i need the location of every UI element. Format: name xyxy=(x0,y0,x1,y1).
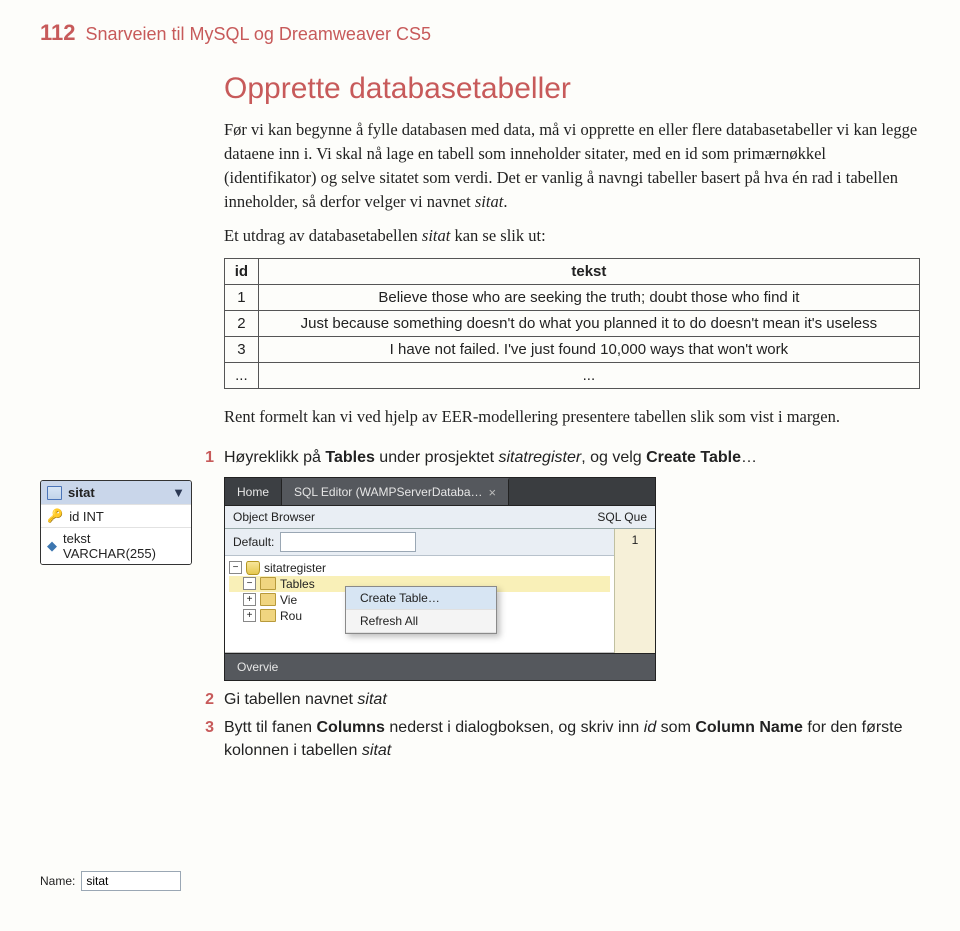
wb-gutter: 1 xyxy=(614,529,655,653)
table-header-row: id tekst xyxy=(225,258,920,284)
t: Høyreklikk på xyxy=(224,449,325,466)
folder-icon xyxy=(260,609,276,622)
context-menu: Create Table… Refresh All xyxy=(345,586,497,634)
menu-create-table[interactable]: Create Table… xyxy=(346,587,496,610)
intro-text: Før vi kan begynne å fylle databasen med… xyxy=(224,120,917,211)
data-table: id tekst 1 Believe those who are seeking… xyxy=(224,258,920,389)
col-id-header: id xyxy=(225,258,259,284)
t-bold: Create Table xyxy=(646,449,741,466)
intro-term: sitat xyxy=(475,192,503,211)
cell-tekst: I have not failed. I've just found 10,00… xyxy=(258,336,919,362)
step-number: 3 xyxy=(196,717,214,739)
eer-title: sitat xyxy=(68,485,95,500)
page-number: 112 xyxy=(40,20,76,46)
t-italic: sitatregister xyxy=(498,449,581,466)
cell-id: 1 xyxy=(225,284,259,310)
expand-icon[interactable]: + xyxy=(243,593,256,606)
t-bold: Column Name xyxy=(695,719,803,736)
table-row: 3 I have not failed. I've just found 10,… xyxy=(225,336,920,362)
folder-icon xyxy=(260,577,276,590)
eer-col-id: id INT xyxy=(69,509,104,524)
close-icon[interactable]: × xyxy=(489,485,497,500)
eer-column-row: 🔑 id INT xyxy=(41,504,191,527)
t-bold: Tables xyxy=(325,449,375,466)
t: Bytt til fanen xyxy=(224,719,317,736)
folder-icon xyxy=(260,593,276,606)
step-number: 1 xyxy=(196,447,214,469)
key-icon: 🔑 xyxy=(47,508,63,524)
eer-header: sitat ▼ xyxy=(41,481,191,504)
extract-tail: kan se slik ut: xyxy=(450,226,545,245)
table-row: ... ... xyxy=(225,362,920,388)
wb-default-label: Default: xyxy=(233,535,274,549)
chevron-down-icon: ▼ xyxy=(172,485,185,500)
workbench-screenshot: Home SQL Editor (WAMPServerDataba… × Obj… xyxy=(224,477,656,681)
t: under prosjektet xyxy=(375,449,499,466)
running-head-title: Snarveien til MySQL og Dreamweaver CS5 xyxy=(86,24,431,45)
wb-folder-tables: Tables xyxy=(280,577,315,591)
table-icon xyxy=(47,486,62,500)
wb-line-number: 1 xyxy=(615,529,655,547)
wb-tab-home[interactable]: Home xyxy=(225,478,282,505)
t-italic: id xyxy=(644,719,656,736)
step-3: 3 Bytt til fanen Columns nederst i dialo… xyxy=(224,717,920,762)
step-2-text: Gi tabellen navnet sitat xyxy=(224,689,387,711)
extract-lead: Et utdrag av databasetabellen xyxy=(224,226,422,245)
eer-col-tekst: tekst VARCHAR(255) xyxy=(63,531,185,561)
wb-default-input[interactable] xyxy=(280,532,416,552)
intro-paragraph: Før vi kan begynne å fylle databasen med… xyxy=(224,118,920,248)
t: Gi tabellen navnet xyxy=(224,691,357,708)
eer-column-row: ◆ tekst VARCHAR(255) xyxy=(41,527,191,564)
table-row: 1 Believe those who are seeking the trut… xyxy=(225,284,920,310)
step-3-text: Bytt til fanen Columns nederst i dialogb… xyxy=(224,717,920,762)
wb-tabbar: Home SQL Editor (WAMPServerDataba… × xyxy=(225,478,655,506)
eer-model: sitat ▼ 🔑 id INT ◆ tekst VARCHAR(255) xyxy=(40,480,192,565)
t-italic: sitat xyxy=(362,742,391,759)
wb-sql-query-label: SQL Que xyxy=(597,510,647,524)
wb-default-schema: Default: xyxy=(225,529,614,556)
intro-tail: . xyxy=(503,192,507,211)
expand-icon[interactable]: + xyxy=(243,609,256,622)
t-bold: Columns xyxy=(317,719,385,736)
step-1-text: Høyreklikk på Tables under prosjektet si… xyxy=(224,447,757,469)
wb-folder-views: Vie xyxy=(280,593,297,607)
name-label: Name: xyxy=(40,874,75,888)
wb-tab-sqleditor[interactable]: SQL Editor (WAMPServerDataba… × xyxy=(282,478,509,505)
t: , og velg xyxy=(581,449,646,466)
wb-tree-db[interactable]: − sitatregister xyxy=(229,560,610,576)
name-field-mock: Name: xyxy=(40,871,200,891)
step-2: 2 Gi tabellen navnet sitat xyxy=(224,689,920,711)
t: nederst i dialogboksen, og skriv inn xyxy=(385,719,644,736)
section-title: Opprette databasetabeller xyxy=(224,72,920,106)
extract-term: sitat xyxy=(422,226,450,245)
diamond-icon: ◆ xyxy=(47,538,57,554)
wb-tree: − sitatregister − Tables xyxy=(225,556,614,653)
after-table-paragraph: Rent formelt kan vi ved hjelp av EER-mod… xyxy=(224,405,920,429)
cell-tekst: Believe those who are seeking the truth;… xyxy=(258,284,919,310)
cell-id: 3 xyxy=(225,336,259,362)
collapse-icon[interactable]: − xyxy=(243,577,256,590)
wb-folder-routines: Rou xyxy=(280,609,302,623)
t-italic: sitat xyxy=(357,691,386,708)
cell-tekst: Just because something doesn't do what y… xyxy=(258,310,919,336)
database-icon xyxy=(246,561,260,575)
cell-id: ... xyxy=(225,362,259,388)
cell-tekst: ... xyxy=(258,362,919,388)
wb-object-browser-label: Object Browser xyxy=(233,510,315,524)
running-header: 112 Snarveien til MySQL og Dreamweaver C… xyxy=(40,20,920,46)
wb-panel-labels: Object Browser SQL Que xyxy=(225,506,655,529)
wb-tab-sql-label: SQL Editor (WAMPServerDataba… xyxy=(294,485,483,499)
menu-refresh-all[interactable]: Refresh All xyxy=(346,610,496,633)
t: som xyxy=(656,719,695,736)
cell-id: 2 xyxy=(225,310,259,336)
name-input[interactable] xyxy=(81,871,181,891)
t: … xyxy=(741,449,757,466)
collapse-icon[interactable]: − xyxy=(229,561,242,574)
wb-db-name: sitatregister xyxy=(264,561,326,575)
step-1: 1 Høyreklikk på Tables under prosjektet … xyxy=(224,447,920,469)
table-row: 2 Just because something doesn't do what… xyxy=(225,310,920,336)
wb-overview-tab[interactable]: Overvie xyxy=(225,653,655,680)
step-number: 2 xyxy=(196,689,214,711)
col-tekst-header: tekst xyxy=(258,258,919,284)
